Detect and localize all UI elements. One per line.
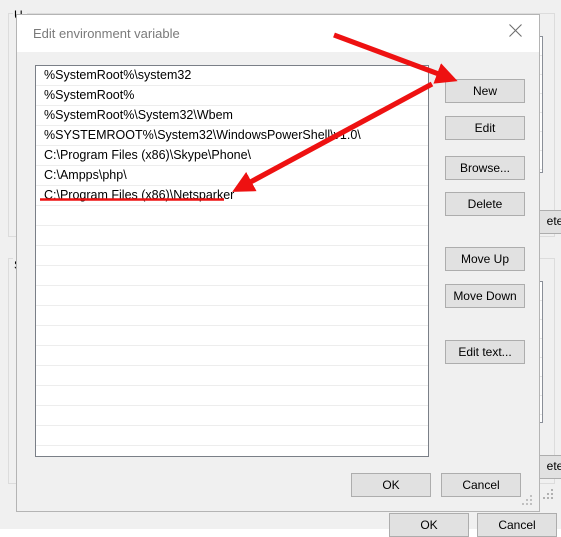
move-down-button[interactable]: Move Down [445, 284, 525, 308]
close-button[interactable] [493, 15, 539, 45]
list-item-empty[interactable] [36, 226, 428, 246]
list-item-empty[interactable] [36, 306, 428, 326]
new-button[interactable]: New [445, 79, 525, 103]
edit-button[interactable]: Edit [445, 116, 525, 140]
list-item-empty[interactable] [36, 286, 428, 306]
list-item-empty[interactable] [36, 246, 428, 266]
dialog-resize-grip[interactable] [522, 495, 534, 507]
list-item-empty[interactable] [36, 366, 428, 386]
dialog-titlebar[interactable]: Edit environment variable [17, 15, 539, 52]
list-item-empty[interactable] [36, 326, 428, 346]
dialog-title: Edit environment variable [33, 26, 180, 41]
list-item-empty[interactable] [36, 346, 428, 366]
list-item-empty[interactable] [36, 406, 428, 426]
path-list[interactable]: %SystemRoot%\system32 %SystemRoot% %System… [35, 65, 429, 457]
background-ok-button[interactable]: OK [389, 513, 469, 537]
list-item[interactable]: C:\Program Files (x86)\Skype\Phone\ [36, 146, 428, 166]
list-item[interactable]: %SystemRoot%\System32\Wbem [36, 106, 428, 126]
delete-button[interactable]: Delete [445, 192, 525, 216]
ok-button[interactable]: OK [351, 473, 431, 497]
list-item-empty[interactable] [36, 206, 428, 226]
list-item-empty[interactable] [36, 266, 428, 286]
close-icon [509, 24, 522, 37]
list-item-empty[interactable] [36, 386, 428, 406]
list-item[interactable]: %SYSTEMROOT%\System32\WindowsPowerShell\… [36, 126, 428, 146]
move-up-button[interactable]: Move Up [445, 247, 525, 271]
cancel-button[interactable]: Cancel [441, 473, 521, 497]
list-item-empty[interactable] [36, 426, 428, 446]
edit-text-button[interactable]: Edit text... [445, 340, 525, 364]
list-item[interactable]: C:\Ampps\php\ [36, 166, 428, 186]
background-cancel-button[interactable]: Cancel [477, 513, 557, 537]
browse-button[interactable]: Browse... [445, 156, 525, 180]
edit-environment-variable-dialog: Edit environment variable %SystemRoot%\s… [16, 14, 540, 512]
list-item[interactable]: %SystemRoot% [36, 86, 428, 106]
background-resize-grip[interactable] [543, 489, 555, 501]
list-item[interactable]: %SystemRoot%\system32 [36, 66, 428, 86]
list-item[interactable]: C:\Program Files (x86)\Netsparker [36, 186, 428, 206]
